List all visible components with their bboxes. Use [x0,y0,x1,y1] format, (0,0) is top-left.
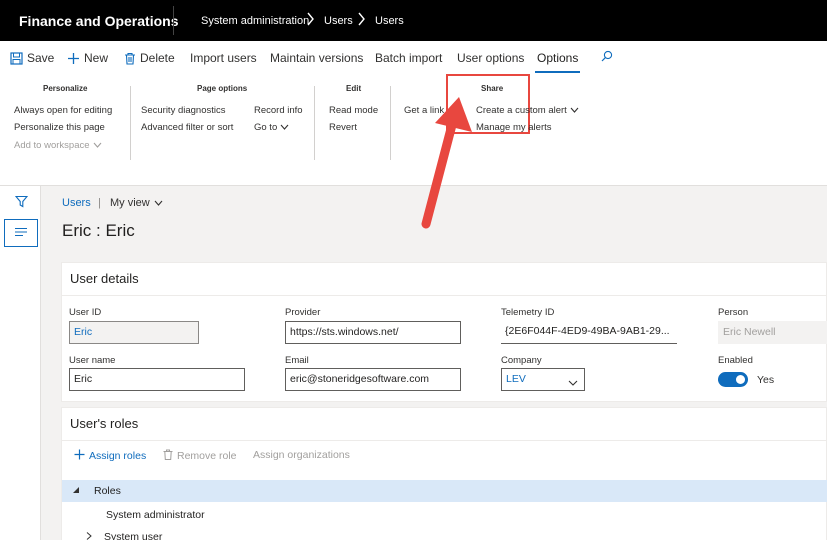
divider [173,6,174,35]
plus-icon [74,449,85,463]
security-diagnostics[interactable]: Security diagnostics [141,105,225,116]
person-field[interactable]: Eric Newell [718,321,827,344]
user-name-label: User name [69,355,116,366]
telemetry-id-field[interactable]: {2E6F044F-4ED9-49BA-9AB1-29... [501,321,677,344]
delete-label: Delete [140,51,175,65]
enabled-label: Enabled [718,355,753,366]
chevron-down-icon [570,105,579,116]
group-title-personalize: Personalize [43,84,88,93]
chevron-right-icon [306,12,315,29]
provider-label: Provider [285,307,321,318]
search-icon [601,50,613,62]
breadcrumb-users-page[interactable]: Users [375,15,404,27]
crumb-separator: | [98,197,101,209]
filter-icon [14,195,28,211]
company-value: LEV [506,373,526,385]
enabled-value: Yes [757,374,775,386]
list-icon [14,226,28,240]
advanced-filter-or-sort[interactable]: Advanced filter or sort [141,122,233,133]
chevron-down-icon [280,122,289,133]
app-title[interactable]: Finance and Operations [19,13,178,29]
remove-role-label: Remove role [177,450,237,462]
go-to-dropdown[interactable]: Go to [254,122,289,133]
user-id-label: User ID [69,307,102,318]
trash-icon [124,52,136,65]
filter-pane-button[interactable] [4,189,38,217]
enabled-toggle[interactable] [718,372,748,387]
users-link[interactable]: Users [62,197,91,209]
chevron-down-icon [154,197,163,209]
new-label: New [84,51,109,65]
trash-icon [163,449,173,463]
group-divider [130,86,131,160]
company-select[interactable]: LEV [501,368,585,391]
get-a-link[interactable]: Get a link [404,105,444,116]
assign-organizations-button[interactable]: Assign organizations [253,449,350,461]
search-button[interactable] [601,50,613,62]
tree-label-roles: Roles [94,485,121,497]
user-details-header[interactable]: User details [62,263,826,296]
save-icon [10,51,23,65]
user-name-field[interactable]: Eric [69,368,245,391]
group-title-page-options: Page options [197,84,248,93]
action-pane: Save New Delete Import users Maintain ve… [0,41,827,186]
email-field[interactable]: eric@stoneridgesoftware.com [285,368,461,391]
save-label: Save [27,51,55,65]
page-title: Eric : Eric [62,221,135,240]
get-a-link-label: Get a link [404,105,445,116]
create-custom-alert[interactable]: Create a custom alert [476,105,579,116]
assign-roles-button[interactable]: Assign roles [74,449,146,463]
user-id-field[interactable]: Eric [69,321,199,344]
top-nav-bar: Finance and Operations System administra… [0,0,827,41]
import-users-button[interactable]: Import users [190,51,257,65]
plus-icon [67,52,80,65]
revert[interactable]: Revert [329,122,357,133]
tree-label-system-user: System user [104,531,163,540]
expand-triangle-icon[interactable] [86,531,92,540]
delete-button[interactable]: Delete [124,51,175,65]
user-options-tab[interactable]: User options [457,51,524,65]
person-label: Person [718,307,749,318]
chevron-right-icon [357,12,366,29]
group-divider [390,86,391,160]
user-roles-header[interactable]: User's roles [62,408,826,441]
tree-row-system-user[interactable]: System user [62,527,827,540]
view-selector[interactable]: My view [110,197,163,209]
record-info[interactable]: Record info [254,105,303,116]
group-title-share: Share [481,84,504,93]
left-rail [0,186,41,540]
group-divider [314,86,315,160]
create-custom-alert-label: Create a custom alert [476,105,567,116]
go-to-label: Go to [254,122,278,133]
read-mode[interactable]: Read mode [329,105,378,116]
add-to-workspace[interactable]: Add to workspace [14,140,102,151]
add-to-workspace-label: Add to workspace [14,140,90,151]
tree-row-roles[interactable]: Roles [62,480,827,502]
options-tab[interactable]: Options [537,51,578,65]
save-button[interactable]: Save [10,51,54,65]
list-pane-button[interactable] [4,219,38,247]
chevron-down-icon [93,140,102,151]
group-title-edit: Edit [346,84,362,93]
new-button[interactable]: New [67,51,108,65]
provider-field[interactable]: https://sts.windows.net/ [285,321,461,344]
breadcrumb-users-module[interactable]: Users [324,15,353,27]
breadcrumb-system-administration[interactable]: System administration [201,15,309,27]
maintain-versions-button[interactable]: Maintain versions [270,51,363,65]
active-tab-indicator [535,71,580,73]
remove-role-button[interactable]: Remove role [163,449,237,463]
batch-import-button[interactable]: Batch import [375,51,442,65]
email-label: Email [285,355,309,366]
tree-label-system-administrator: System administrator [106,509,205,521]
telemetry-id-label: Telemetry ID [501,307,555,318]
manage-my-alerts[interactable]: Manage my alerts [476,122,552,133]
assign-roles-label: Assign roles [89,450,147,462]
always-open-for-editing[interactable]: Always open for editing [14,105,112,116]
company-label: Company [501,355,542,366]
view-name: My view [110,197,150,209]
personalize-this-page[interactable]: Personalize this page [14,122,105,133]
collapse-triangle-icon[interactable] [72,485,80,497]
tree-row-system-administrator[interactable]: System administrator [62,504,827,526]
chevron-down-icon [568,377,578,389]
